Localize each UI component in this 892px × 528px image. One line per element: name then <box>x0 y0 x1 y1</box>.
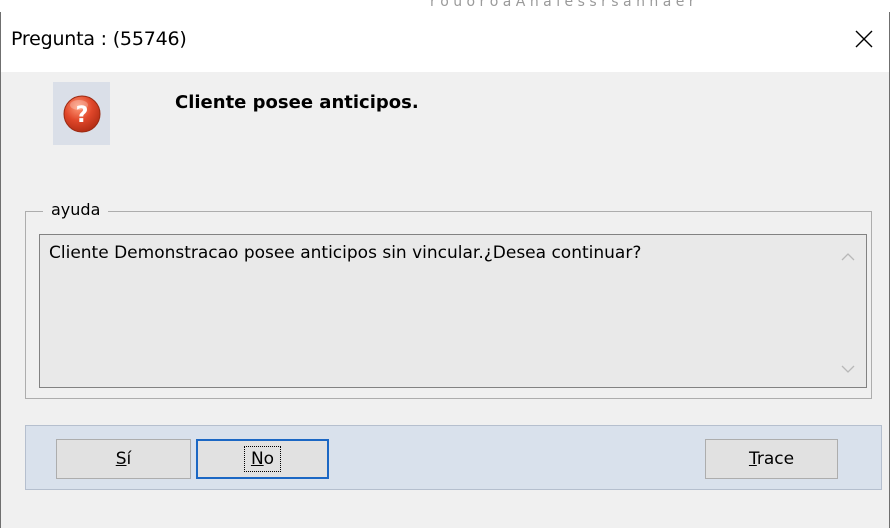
message-icon-box: ? <box>53 82 110 145</box>
yes-label-rest: í <box>126 449 132 469</box>
no-label-rest: o <box>263 449 275 469</box>
close-icon <box>855 30 873 48</box>
message-headline: Cliente posee anticipos. <box>175 92 419 113</box>
help-group-label: ayuda <box>43 200 109 219</box>
chevron-up-icon <box>841 253 855 261</box>
focus-rectangle: No <box>243 446 282 472</box>
dialog-title: Pregunta : (55746) <box>11 28 187 50</box>
question-icon: ? <box>63 95 100 132</box>
yes-button[interactable]: Sí <box>56 439 191 479</box>
background-window-text: r o u o r o a A n a l e s s r s a n n a … <box>430 0 695 10</box>
chevron-down-icon <box>841 365 855 373</box>
no-button[interactable]: No <box>196 439 329 479</box>
svg-text:?: ? <box>75 103 88 128</box>
vertical-scrollbar[interactable] <box>830 235 866 387</box>
close-button[interactable] <box>847 22 881 56</box>
trace-label-rest: race <box>756 449 795 469</box>
title-bar[interactable]: Pregunta : (55746) <box>1 12 889 72</box>
question-dialog: Pregunta : (55746) ? Cliente posee antic… <box>0 12 890 528</box>
scroll-down-button[interactable] <box>830 357 866 381</box>
help-text-area[interactable]: Cliente Demonstracao posee anticipos sin… <box>39 234 867 388</box>
button-panel: Sí No Trace <box>25 425 882 490</box>
trace-button[interactable]: Trace <box>705 439 838 479</box>
trace-mnemonic: T <box>748 449 757 469</box>
no-mnemonic: N <box>250 449 264 469</box>
yes-mnemonic: S <box>115 449 127 469</box>
help-text: Cliente Demonstracao posee anticipos sin… <box>49 243 642 263</box>
scroll-up-button[interactable] <box>830 245 866 269</box>
